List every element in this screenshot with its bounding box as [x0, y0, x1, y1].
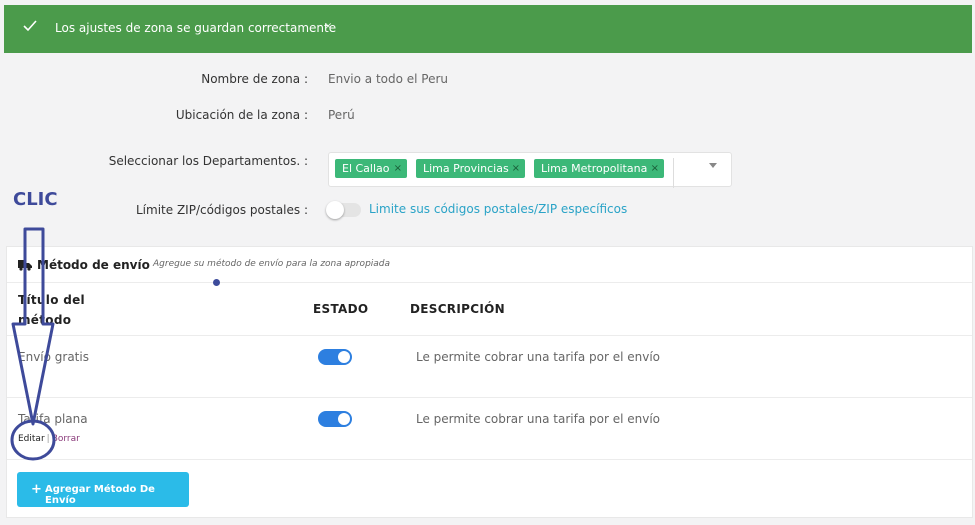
toggle-knob	[326, 201, 344, 219]
chip-label: El Callao	[342, 162, 390, 175]
check-icon	[23, 20, 37, 32]
row-divider	[7, 397, 972, 398]
method-status-toggle[interactable]	[318, 411, 352, 427]
method-description: Le permite cobrar una tarifa por el enví…	[416, 350, 661, 364]
notice-message: Los ajustes de zona se guardan correctam…	[55, 21, 337, 35]
zip-label: Límite ZIP/códigos postales :	[136, 203, 308, 217]
zone-name-value: Envio a todo el Peru	[328, 72, 449, 86]
zip-limit-link[interactable]: Limite sus códigos postales/ZIP específi…	[369, 202, 627, 216]
chip-label: Lima Provincias	[423, 162, 509, 175]
zip-limit-toggle[interactable]	[326, 201, 361, 219]
column-header-title: Título del método	[18, 293, 85, 327]
chip-remove-icon[interactable]: ×	[651, 159, 659, 178]
method-description: Le permite cobrar una tarifa por el enví…	[416, 412, 661, 426]
annotation-label: CLIC	[13, 189, 58, 210]
chip-label: Lima Metropolitana	[541, 162, 648, 175]
notice-close-icon[interactable]: ×	[324, 21, 332, 32]
delete-link[interactable]: Borrar	[52, 434, 80, 444]
method-status-toggle[interactable]	[318, 349, 352, 365]
chip-remove-icon[interactable]: ×	[394, 159, 402, 178]
edit-link[interactable]: Editar	[18, 434, 45, 444]
zone-location-label: Ubicación de la zona :	[175, 108, 308, 122]
chip-remove-icon[interactable]: ×	[512, 159, 520, 178]
zone-name-label: Nombre de zona :	[201, 72, 308, 86]
row-divider	[7, 335, 972, 336]
zone-location-value: Perú	[328, 108, 355, 122]
panel-header: Método de envío Agregue su método de env…	[7, 247, 972, 283]
success-notice: Los ajustes de zona se guardan correctam…	[4, 5, 972, 53]
method-title: Tarifa plana	[18, 412, 88, 426]
chevron-down-icon[interactable]	[709, 163, 717, 168]
truck-icon	[18, 260, 32, 271]
indicator-dot	[213, 279, 220, 286]
column-header-description: DESCRIPCIÓN	[410, 302, 505, 316]
column-header-status: ESTADO	[313, 302, 369, 316]
row-divider	[7, 459, 972, 460]
add-shipping-method-button[interactable]: + Agregar Método De Envío	[17, 472, 189, 507]
method-title: Envío gratis	[18, 350, 89, 364]
department-chip: El Callao ×	[335, 159, 407, 178]
action-separator: |	[46, 434, 50, 444]
row-actions: Editar | Borrar	[18, 434, 80, 444]
panel-title: Método de envío	[37, 258, 150, 272]
select-separator	[673, 158, 674, 188]
departments-select[interactable]: El Callao × Lima Provincias × Lima Metro…	[328, 152, 732, 188]
toggle-knob	[338, 351, 350, 363]
department-chip: Lima Provincias ×	[416, 159, 525, 178]
department-chip: Lima Metropolitana ×	[534, 159, 664, 178]
departments-label: Seleccionar los Departamentos. :	[108, 154, 308, 168]
add-button-label: Agregar Método De Envío	[45, 484, 155, 506]
toggle-knob	[338, 413, 350, 425]
plus-icon: +	[31, 482, 42, 497]
panel-subtitle: Agregue su método de envío para la zona …	[153, 259, 391, 269]
